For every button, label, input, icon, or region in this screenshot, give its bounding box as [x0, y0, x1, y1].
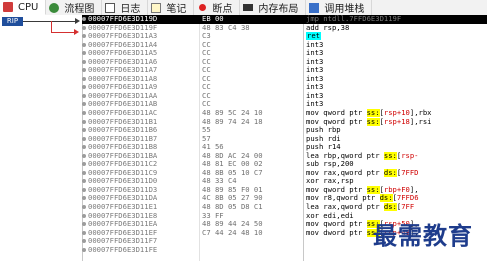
opcode-bytes: CC [202, 82, 211, 92]
instruction: int3 [306, 74, 324, 83]
breakpoint-dot-icon[interactable] [82, 222, 86, 227]
address: 00007FFD6E3D11FE [88, 244, 158, 254]
tab-call-stack[interactable]: 调用堆栈 [306, 0, 373, 15]
breakpoint-dot-icon[interactable] [82, 205, 86, 210]
instruction: int3 [306, 91, 324, 100]
opcode-bytes: 48 89 74 24 18 [202, 116, 263, 126]
breakpoint-dot-icon[interactable] [82, 85, 86, 90]
breakpoint-dot-icon[interactable] [82, 93, 86, 98]
instruction: int3 [306, 57, 324, 66]
breakpoint-dot-icon[interactable] [82, 102, 86, 107]
breakpoint-dot-icon[interactable] [82, 230, 86, 235]
instruction: int3 [306, 66, 324, 75]
breakpoint-dot-icon[interactable] [82, 34, 86, 39]
instruction: push rbp [306, 126, 341, 135]
tab-memory-map[interactable]: 内存布局 [240, 0, 307, 15]
breakpoint-dot-icon[interactable] [82, 196, 86, 201]
breakpoint-dot-icon[interactable] [82, 51, 86, 56]
breakpoint-dot-icon[interactable] [82, 187, 86, 192]
breakpoint-dot-icon[interactable] [82, 59, 86, 64]
tab-label: 笔记 [166, 4, 187, 15]
breakpoint-dot-icon[interactable] [82, 42, 86, 47]
breakpoint-dot-icon[interactable] [82, 145, 86, 150]
disassembly-view[interactable]: RIP 00007FFD6E3D119D EB 00 jmp ntdll.7FFD6… [0, 14, 487, 261]
log-icon [105, 2, 116, 13]
instruction: add rsp,38 [306, 23, 350, 32]
tab-notes[interactable]: 笔记 [148, 0, 195, 15]
instruction: sub rsp,200 [306, 160, 354, 169]
instruction: mov qword ptr ss:[rsp+10],rbx [306, 109, 432, 118]
opcode-bytes: CC [202, 73, 211, 83]
opcode-bytes: CC [202, 48, 211, 58]
instruction: lea rbp,qword ptr ss:[rsp- [306, 151, 419, 160]
tab-label: 流程图 [64, 4, 95, 15]
breakpoint-icon [199, 4, 207, 11]
graph-icon [49, 2, 60, 13]
watermark-logo: 最需教育 [373, 221, 473, 250]
instruction: jmp ntdll.7FFD6E3D119F [306, 15, 402, 23]
jump-arrow-target [51, 32, 76, 33]
breakpoint-dot-icon[interactable] [82, 119, 86, 124]
memory-map-icon [243, 4, 254, 11]
breakpoint-dot-icon[interactable] [82, 128, 86, 133]
instruction: lea rax,qword ptr ds:[7FF [306, 203, 415, 212]
breakpoint-dot-icon[interactable] [82, 247, 86, 252]
jump-arrow-head [74, 29, 79, 35]
breakpoint-dot-icon[interactable] [82, 162, 86, 167]
breakpoint-dot-icon[interactable] [82, 213, 86, 218]
breakpoint-dot-icon[interactable] [82, 68, 86, 73]
instruction: int3 [306, 40, 324, 49]
instruction: xor rax,rsp [306, 177, 354, 186]
tab-graph[interactable]: 流程图 [46, 0, 103, 15]
breakpoint-dot-icon[interactable] [82, 239, 86, 244]
instruction: mov rax,qword ptr ds:[7FFD [306, 168, 419, 177]
instruction: push r14 [306, 143, 341, 152]
tab-label: 日志 [120, 4, 141, 15]
instruction: mov qword ptr ss:[rsp+18],rsi [306, 117, 432, 126]
return-highlight: ret [306, 32, 321, 41]
breakpoint-dot-icon[interactable] [82, 111, 86, 116]
breakpoint-dot-icon[interactable] [82, 153, 86, 158]
opcode-bytes: C7 44 24 48 10 [202, 227, 263, 237]
opcode-bytes: 48 83 C4 38 [202, 22, 250, 32]
breakpoint-dot-icon[interactable] [82, 170, 86, 175]
opcode-bytes: CC [202, 65, 211, 75]
opcode-bytes: CC [202, 39, 211, 49]
tab-log[interactable]: 日志 [102, 0, 149, 15]
opcode-bytes: 55 [202, 125, 211, 135]
rip-arrow-head [75, 18, 80, 24]
cpu-icon [3, 2, 13, 12]
tab-label: 断点 [212, 4, 233, 15]
instruction: int3 [306, 83, 324, 92]
instruction: int3 [306, 49, 324, 58]
tab-label: CPU [18, 1, 39, 13]
breakpoint-dot-icon[interactable] [82, 136, 86, 141]
breakpoint-dot-icon[interactable] [82, 76, 86, 81]
call-stack-icon [309, 2, 320, 13]
tab-label: 内存布局 [258, 4, 299, 15]
rip-label: RIP [2, 17, 23, 26]
instruction: mov qword ptr ss:[rbp+F0], [306, 185, 419, 194]
tab-breakpoint[interactable]: 断点 [194, 0, 241, 15]
breakpoint-dot-icon[interactable] [82, 17, 86, 21]
instruction: push rdi [306, 134, 341, 143]
breakpoint-dot-icon[interactable] [82, 25, 86, 30]
opcode-bytes: C3 [202, 31, 211, 41]
notes-icon [151, 2, 162, 13]
opcode-bytes: CC [202, 56, 211, 66]
breakpoint-dot-icon[interactable] [82, 179, 86, 184]
jump-gutter: RIP [0, 15, 83, 261]
instruction: mov r8,qword ptr ds:[7FFD6 [306, 194, 419, 203]
tab-bar: CPU 流程图 日志 笔记 断点 内存布局 调用堆栈 [0, 0, 487, 16]
instruction: ret [306, 32, 487, 41]
tab-cpu[interactable]: CPU [0, 0, 47, 15]
tab-label: 调用堆栈 [324, 4, 365, 15]
instruction: int3 [306, 100, 324, 109]
opcode-bytes: CC [202, 90, 211, 100]
